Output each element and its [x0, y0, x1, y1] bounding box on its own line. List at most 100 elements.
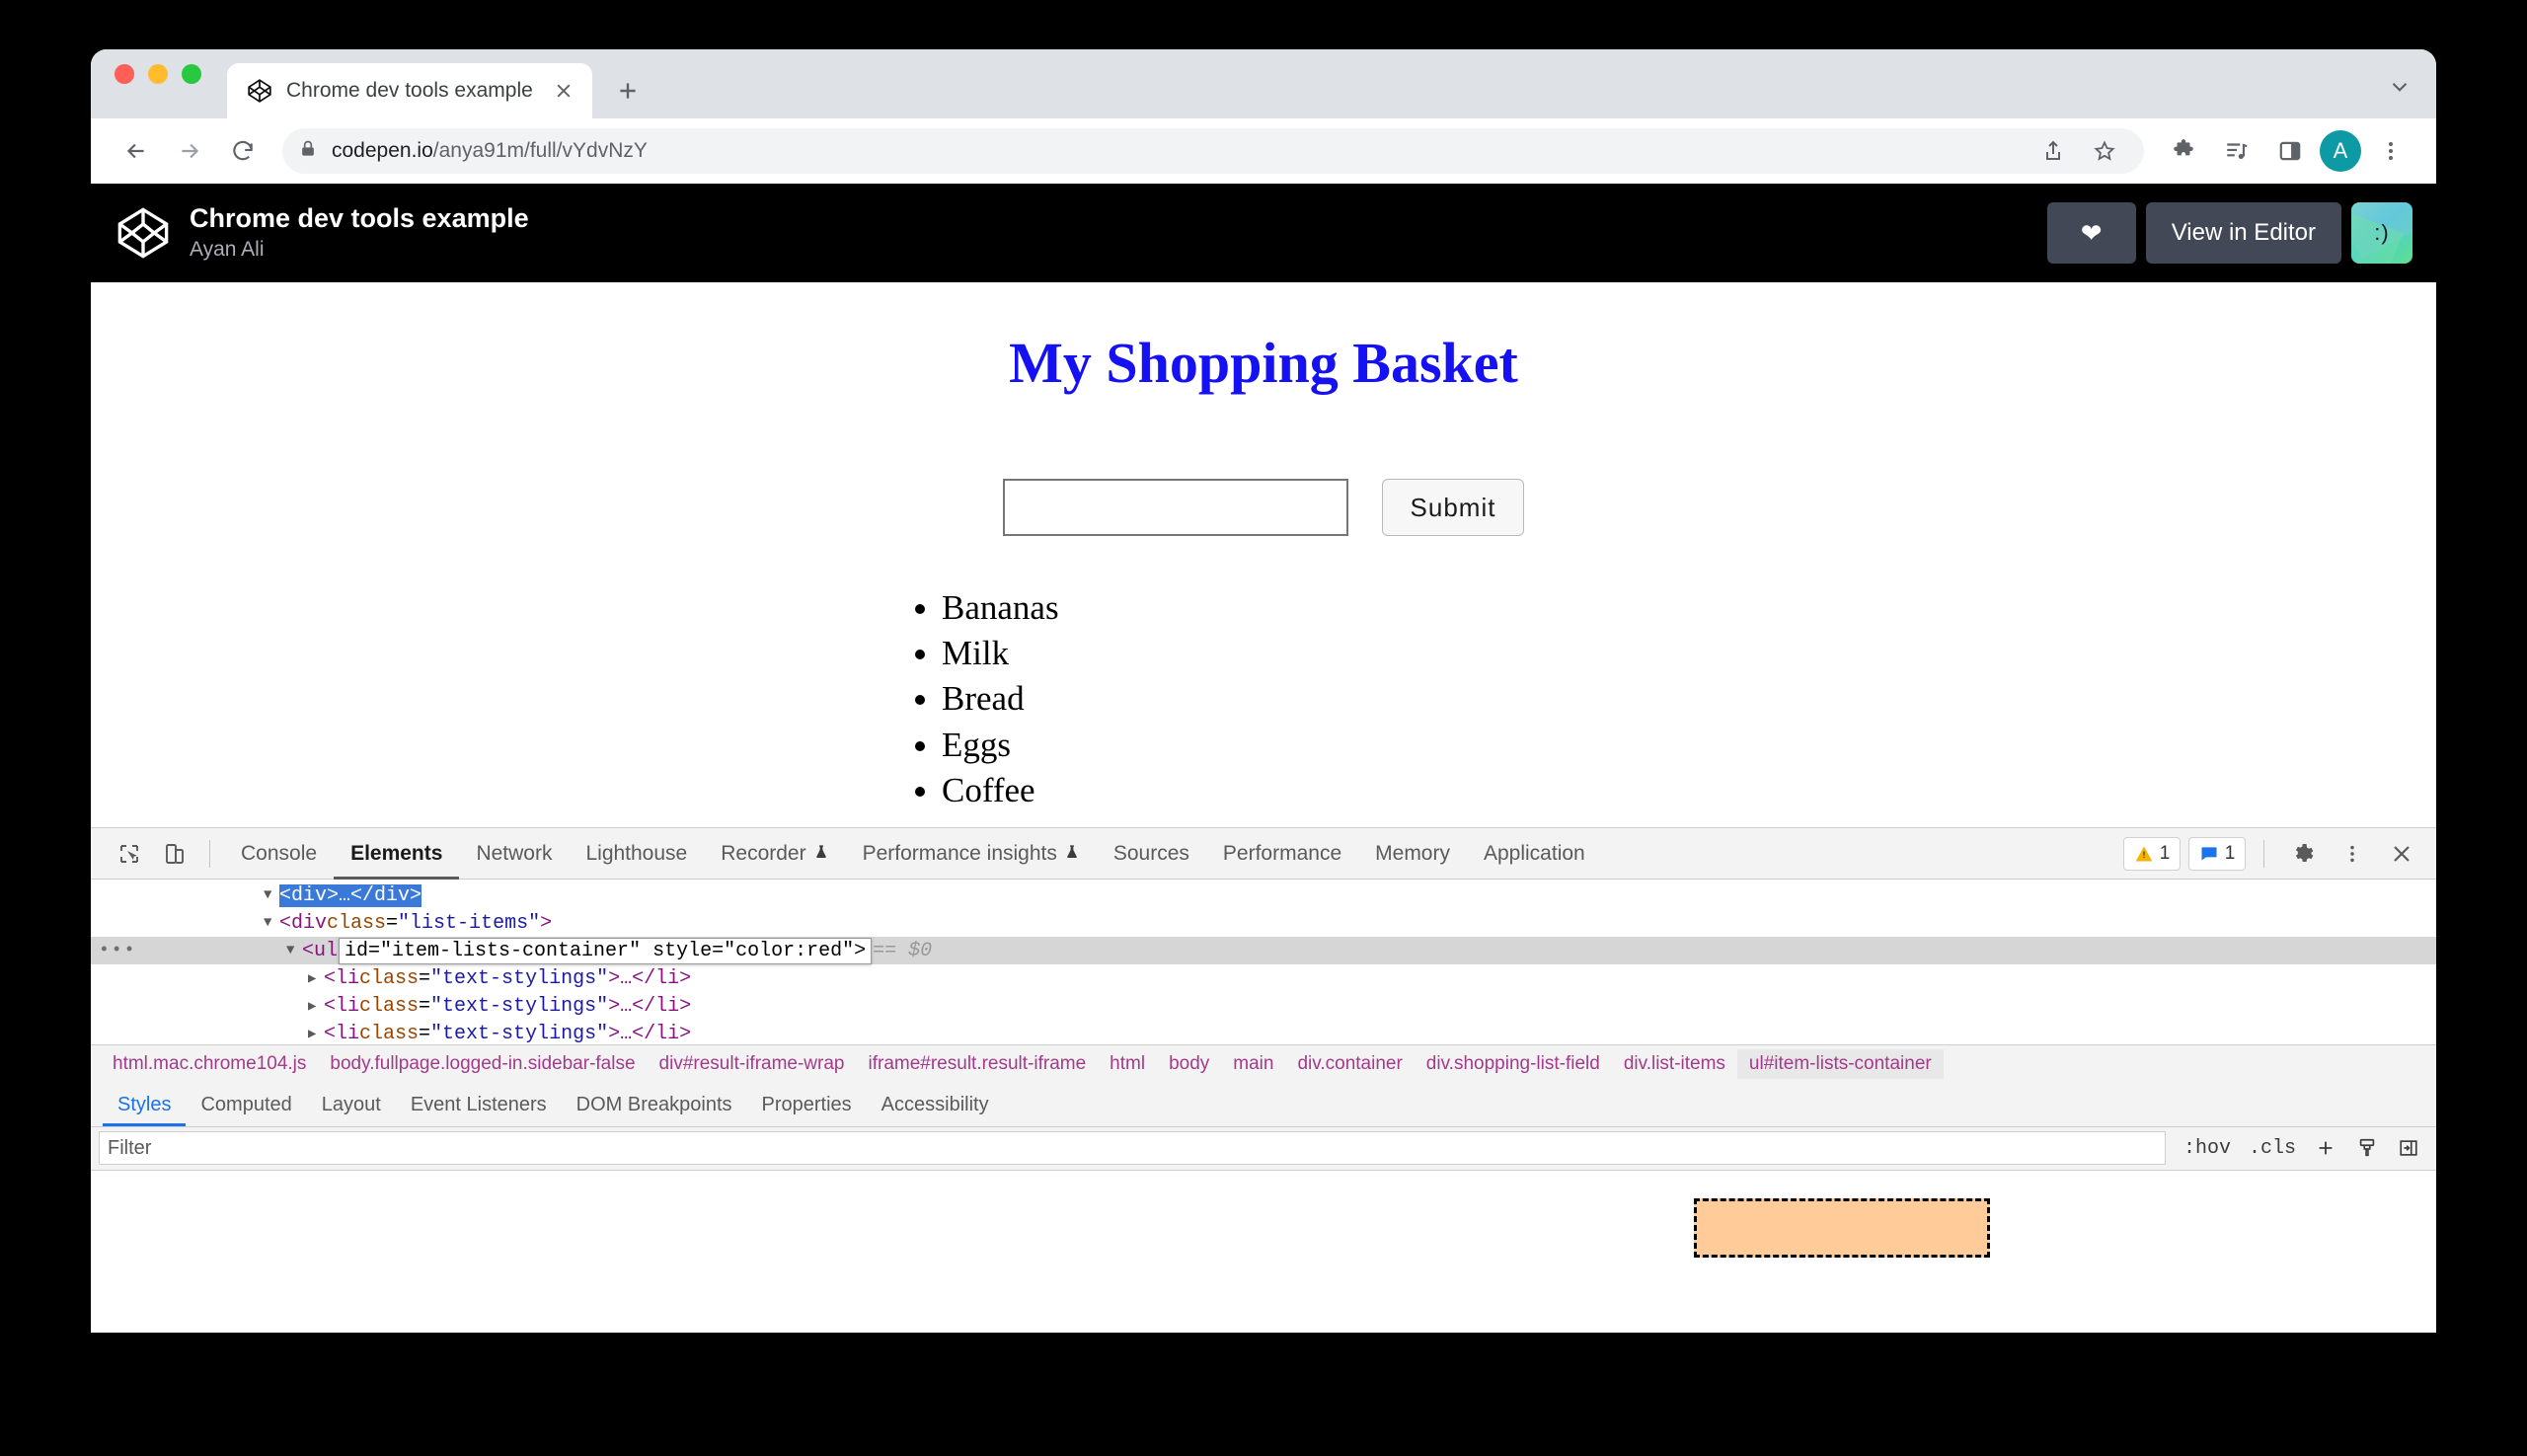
- media-list-icon[interactable]: [2213, 127, 2260, 175]
- breadcrumb-item[interactable]: div.container: [1285, 1049, 1414, 1079]
- breadcrumb-item[interactable]: div#result-iframe-wrap: [648, 1049, 857, 1079]
- devtools-status-area: 1 1: [2123, 833, 2422, 875]
- dom-node-li[interactable]: <li class="text-stylings">…</li>: [91, 1020, 2436, 1044]
- url-domain: codepen.io: [332, 139, 433, 162]
- gear-icon[interactable]: [2282, 833, 2324, 875]
- item-lists-container: BananasMilkBreadEggsCoffee: [942, 585, 2436, 813]
- breadcrumb-item[interactable]: div.list-items: [1612, 1049, 1737, 1079]
- codepen-icon: [247, 78, 272, 104]
- share-icon[interactable]: [2029, 127, 2077, 175]
- rendered-page: My Shopping Basket Submit BananasMilkBre…: [91, 282, 2436, 827]
- new-tab-button[interactable]: [606, 69, 650, 113]
- message-icon: [2199, 844, 2219, 864]
- codepen-actions: ❤ View in Editor :): [2047, 202, 2412, 264]
- pane-tab-properties[interactable]: Properties: [747, 1084, 867, 1127]
- message-badge[interactable]: 1: [2188, 837, 2246, 871]
- devtools-tab-lighthouse[interactable]: Lighthouse: [569, 828, 704, 880]
- pane-tab-event-listeners[interactable]: Event Listeners: [396, 1084, 562, 1127]
- pane-tab-accessibility[interactable]: Accessibility: [867, 1084, 1004, 1127]
- view-in-editor-button[interactable]: View in Editor: [2146, 202, 2341, 264]
- url-path: /anya91m/full/vYdvNzY: [433, 139, 648, 162]
- close-icon[interactable]: [551, 78, 576, 104]
- avatar-face: :): [2374, 220, 2389, 246]
- device-toolbar-icon[interactable]: [154, 833, 195, 875]
- devtools-tab-elements[interactable]: Elements: [334, 828, 459, 880]
- pen-title: Chrome dev tools example: [190, 202, 529, 236]
- devtools-tab-label: Network: [476, 842, 552, 866]
- back-arrow-icon[interactable]: [113, 127, 160, 175]
- node-overflow-dots[interactable]: •••: [99, 941, 136, 960]
- devtools-tab-label: Performance insights: [863, 842, 1057, 866]
- maximize-window-button[interactable]: [182, 64, 201, 84]
- breadcrumb-item[interactable]: body: [1157, 1049, 1221, 1079]
- item-input[interactable]: [1003, 479, 1348, 536]
- pane-tab-styles[interactable]: Styles: [103, 1084, 186, 1127]
- close-icon[interactable]: [2381, 833, 2422, 875]
- browser-toolbar: codepen.io/anya91m/full/vYdvNzY: [91, 118, 2436, 184]
- dom-tree[interactable]: <div>…</div><div class="list-items">•••<…: [91, 880, 2436, 1044]
- browser-tab[interactable]: Chrome dev tools example: [227, 63, 592, 118]
- cls-toggle[interactable]: .cls: [2243, 1131, 2302, 1165]
- breadcrumb-item[interactable]: iframe#result.result-iframe: [857, 1049, 1099, 1079]
- devtools-tab-memory[interactable]: Memory: [1358, 828, 1467, 880]
- devtools-tab-application[interactable]: Application: [1467, 828, 1602, 880]
- side-panel-icon[interactable]: [2266, 127, 2314, 175]
- list-item: Eggs: [942, 723, 2436, 768]
- devtools-tab-performance-insights[interactable]: Performance insights: [846, 828, 1097, 880]
- breadcrumb-item[interactable]: main: [1221, 1049, 1285, 1079]
- heart-icon[interactable]: ❤: [2047, 202, 2136, 264]
- minimize-window-button[interactable]: [148, 64, 168, 84]
- devtools-tab-sources[interactable]: Sources: [1097, 828, 1206, 880]
- flask-icon: [813, 842, 829, 866]
- pane-tab-dom-breakpoints[interactable]: DOM Breakpoints: [562, 1084, 747, 1127]
- inspect-element-icon[interactable]: [109, 833, 150, 875]
- dom-node-ul-selected[interactable]: •••<ulid="item-lists-container" style="c…: [91, 937, 2436, 964]
- breadcrumb-item[interactable]: html.mac.chrome104.js: [101, 1049, 318, 1079]
- dom-node-div-collapsed[interactable]: <div>…</div>: [91, 881, 2436, 909]
- user-avatar[interactable]: :): [2351, 202, 2412, 264]
- styles-pane-body[interactable]: [91, 1171, 2436, 1334]
- address-bar[interactable]: codepen.io/anya91m/full/vYdvNzY: [282, 128, 2144, 174]
- filter-input[interactable]: [99, 1131, 2166, 1165]
- pane-tab-computed[interactable]: Computed: [186, 1084, 306, 1127]
- dom-node-div-list-items[interactable]: <div class="list-items">: [91, 909, 2436, 937]
- warning-icon: [2134, 844, 2154, 864]
- hov-toggle[interactable]: :hov: [2178, 1131, 2237, 1165]
- kebab-menu-icon[interactable]: [2332, 833, 2373, 875]
- devtools-tab-recorder[interactable]: Recorder: [704, 828, 845, 880]
- dom-node-li[interactable]: <li class="text-stylings">…</li>: [91, 964, 2436, 992]
- devtools-tab-network[interactable]: Network: [459, 828, 569, 880]
- breadcrumb: html.mac.chrome104.jsbody.fullpage.logge…: [91, 1044, 2436, 1084]
- devtools-tab-label: Memory: [1375, 842, 1450, 866]
- forward-arrow-icon[interactable]: [166, 127, 213, 175]
- devtools-tab-performance[interactable]: Performance: [1206, 828, 1358, 880]
- devtools-tab-label: Performance: [1223, 842, 1341, 866]
- warning-badge[interactable]: 1: [2123, 837, 2181, 871]
- browser-window: Chrome dev tools example: [91, 49, 2436, 1333]
- puzzle-icon[interactable]: [2160, 127, 2207, 175]
- reload-icon[interactable]: [219, 127, 267, 175]
- tab-search-button[interactable]: [2387, 74, 2412, 105]
- breadcrumb-item[interactable]: html: [1098, 1049, 1157, 1079]
- submit-button[interactable]: Submit: [1382, 479, 1525, 536]
- attribute-edit-box[interactable]: id="item-lists-container" style="color:r…: [339, 938, 872, 964]
- star-icon[interactable]: [2081, 127, 2128, 175]
- dom-node-li[interactable]: <li class="text-stylings">…</li>: [91, 992, 2436, 1020]
- toggle-sidebar-icon[interactable]: [2391, 1131, 2426, 1165]
- styles-filter-bar: :hov .cls: [91, 1127, 2436, 1171]
- devtools-tab-label: Sources: [1113, 842, 1189, 866]
- list-items: BananasMilkBreadEggsCoffee: [91, 585, 2436, 813]
- kebab-menu-icon[interactable]: [2367, 127, 2414, 175]
- plus-icon[interactable]: [2308, 1131, 2343, 1165]
- close-window-button[interactable]: [115, 64, 134, 84]
- breadcrumb-item[interactable]: body.fullpage.logged-in.sidebar-false: [318, 1049, 647, 1079]
- breadcrumb-item[interactable]: ul#item-lists-container: [1737, 1049, 1944, 1079]
- breadcrumb-item[interactable]: div.shopping-list-field: [1415, 1049, 1612, 1079]
- devtools-tab-console[interactable]: Console: [224, 828, 334, 880]
- devtools-toolbar: ConsoleElements Network LighthouseRecorder…: [91, 828, 2436, 880]
- message-count: 1: [2225, 843, 2236, 865]
- pane-tab-layout[interactable]: Layout: [307, 1084, 396, 1127]
- devtools-tab-label: Application: [1484, 842, 1585, 866]
- paintbrush-icon[interactable]: [2349, 1131, 2385, 1165]
- profile-avatar[interactable]: A: [2320, 130, 2361, 172]
